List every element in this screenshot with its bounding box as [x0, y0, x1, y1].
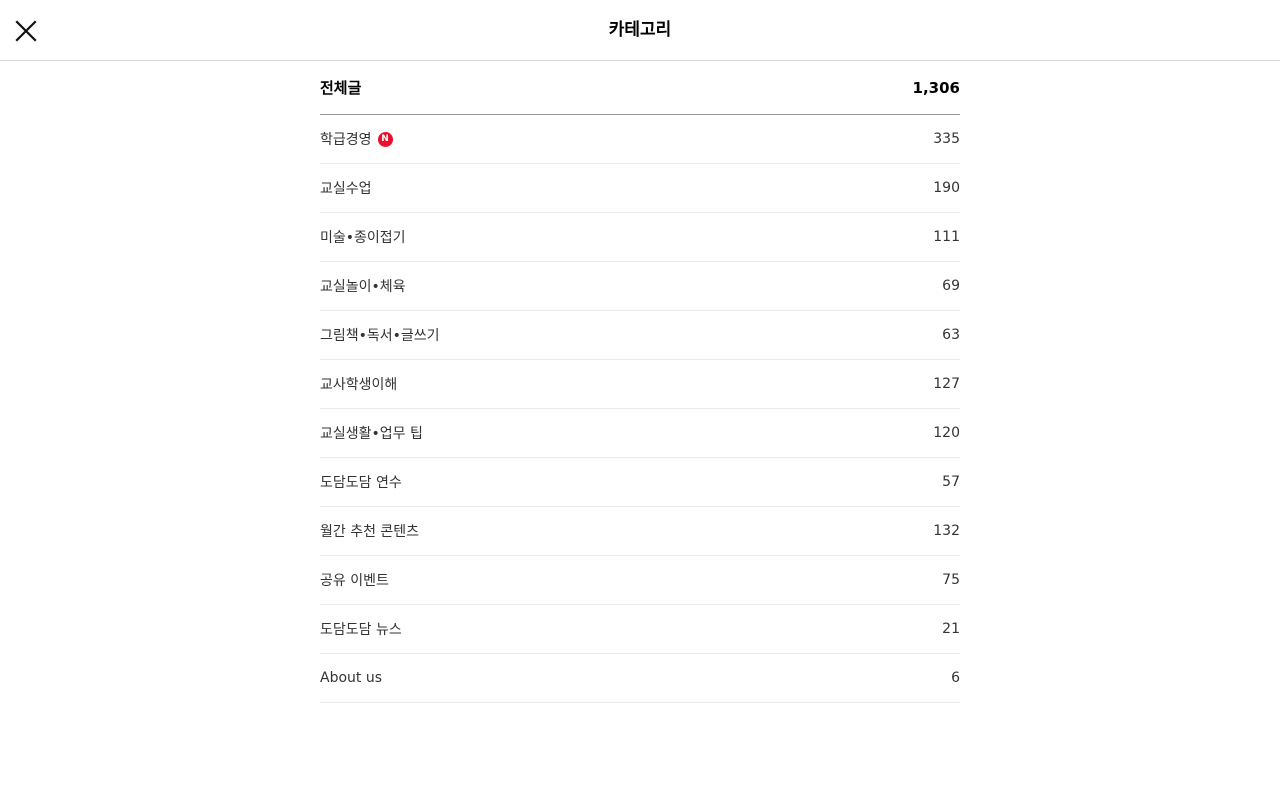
category-label: 교실놀이•체육: [320, 279, 406, 295]
category-label: About us: [320, 670, 383, 686]
category-label: 학급경영: [320, 132, 372, 148]
close-icon: [15, 20, 37, 42]
new-badge: N: [377, 131, 393, 147]
category-count: 69: [942, 278, 960, 294]
category-label: 도담도담 연수: [320, 475, 402, 491]
category-count: 21: [942, 621, 960, 637]
category-item[interactable]: 그림책•독서•글쓰기 63: [320, 311, 960, 360]
close-button[interactable]: [8, 13, 44, 49]
category-count: 57: [942, 474, 960, 490]
category-item[interactable]: 교실생활•업무 팁 120: [320, 409, 960, 458]
category-label: 월간 추천 콘텐츠: [320, 524, 420, 540]
category-label: 전체글: [320, 79, 362, 97]
category-count: 111: [933, 229, 960, 245]
page-title: 카테고리: [608, 20, 672, 40]
category-item[interactable]: 학급경영 N 335: [320, 115, 960, 164]
category-label: 도담도담 뉴스: [320, 622, 402, 638]
category-label: 공유 이벤트: [320, 573, 389, 589]
category-label: 교사학생이해: [320, 377, 398, 393]
category-count: 127: [933, 376, 960, 392]
category-count: 1,306: [912, 78, 960, 97]
category-item[interactable]: 도담도담 연수 57: [320, 458, 960, 507]
category-item[interactable]: 미술•종이접기 111: [320, 213, 960, 262]
category-item[interactable]: 교사학생이해 127: [320, 360, 960, 409]
category-count: 120: [933, 425, 960, 441]
category-label: 그림책•독서•글쓰기: [320, 328, 440, 344]
category-count: 132: [933, 523, 960, 539]
category-label: 미술•종이접기: [320, 230, 406, 246]
category-count: 75: [942, 572, 960, 588]
category-item-all[interactable]: 전체글 1,306: [320, 61, 960, 115]
category-count: 190: [933, 180, 960, 196]
header: 카테고리: [0, 0, 1280, 61]
category-item[interactable]: 교실놀이•체육 69: [320, 262, 960, 311]
category-item[interactable]: 월간 추천 콘텐츠 132: [320, 507, 960, 556]
category-count: 63: [942, 327, 960, 343]
category-label: 교실생활•업무 팁: [320, 426, 423, 442]
category-label: 교실수업: [320, 181, 372, 197]
category-label-wrap: 학급경영 N: [320, 129, 393, 149]
category-item[interactable]: 도담도담 뉴스 21: [320, 605, 960, 654]
category-list: 전체글 1,306 학급경영 N 335 교실수업 190 미술•종이접기 11…: [320, 61, 960, 703]
category-count: 335: [933, 131, 960, 147]
category-count: 6: [951, 670, 960, 686]
category-item[interactable]: 공유 이벤트 75: [320, 556, 960, 605]
category-item[interactable]: About us 6: [320, 654, 960, 703]
category-item[interactable]: 교실수업 190: [320, 164, 960, 213]
